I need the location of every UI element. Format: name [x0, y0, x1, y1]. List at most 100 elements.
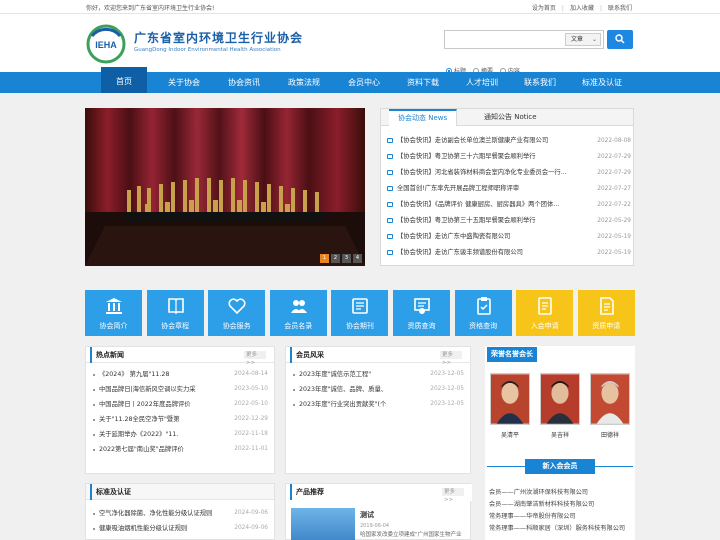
search-input[interactable]: 文章 ⌄: [444, 30, 604, 49]
logo-emblem-icon: IEHA: [86, 24, 126, 64]
product-thumbnail[interactable]: [291, 508, 355, 540]
honorary-person-1[interactable]: 吴清平: [490, 373, 530, 439]
slider-page-3[interactable]: 3: [342, 254, 351, 263]
list-item[interactable]: 中国品牌日丨2022年度品牌评价 2022-05-10: [92, 397, 268, 412]
search-type-select[interactable]: 文章 ⌄: [565, 33, 601, 46]
list-item[interactable]: 关于"11.28全民空净节"暨第 2022-12-29: [92, 412, 268, 427]
honorary-person-name: 吴吉祥: [550, 432, 569, 439]
nav-home[interactable]: 首页: [101, 67, 147, 93]
contact-us-link[interactable]: 联系我们: [605, 5, 635, 12]
list-item[interactable]: 【协会快讯】走访广东中盛陶瓷有限公司 2022-05-19: [385, 229, 631, 245]
tile-label: 会员名录: [284, 322, 313, 330]
item-date: 2022-12-29: [234, 416, 268, 422]
list-item[interactable]: 【协会快讯】走访广东骏丰频谱股份有限公司 2022-05-19: [385, 245, 631, 261]
tile-heart[interactable]: 协会服务: [208, 290, 266, 336]
image-slider[interactable]: 1234: [85, 108, 365, 266]
honorary-person-name: 田德祥: [600, 432, 619, 439]
document-icon: [599, 297, 614, 315]
list-item[interactable]: 空气净化器除菌、净化性能分级认证规则 2024-09-06: [92, 506, 268, 521]
tile-magazine[interactable]: 协会期刊: [331, 290, 389, 336]
bullet-icon: [93, 528, 95, 530]
hot-news-more-link[interactable]: 更多 >>: [244, 351, 266, 366]
nav-downloads[interactable]: 资料下载: [397, 72, 449, 93]
list-item[interactable]: 2022第七届"南山奖"品牌评价 2022-11-01: [92, 442, 268, 457]
standards-title: 标准及认证: [90, 484, 131, 500]
list-item[interactable]: 《2024》 第九届"11.28 2024-08-14: [92, 367, 268, 382]
list-item[interactable]: 【协会快讯】粤卫协第三十六期早餐聚会顺利举行 2022-07-29: [385, 149, 631, 165]
main-nav: 首页 关于协会 协会资讯 政策法规 会员中心 资料下载 人才培训 联系我们 标准…: [0, 67, 720, 93]
nav-training[interactable]: 人才培训: [456, 72, 508, 93]
item-title: 中国品牌日丨2022年度品牌评价: [99, 401, 191, 408]
chevron-down-icon: ⌄: [591, 36, 597, 43]
honorary-person-3[interactable]: 田德祥: [590, 373, 630, 439]
bullet-icon: [93, 419, 95, 421]
news-tab-bar: 协会动态 News 通知公告 Notice: [381, 109, 633, 126]
list-item[interactable]: 【协会快讯】走访副会长单位澳兰斯健康产业有限公司 2022-08-08: [385, 133, 631, 149]
nav-about[interactable]: 关于协会: [158, 72, 210, 93]
logo-english-name: GuangDong Indoor Environmental Health As…: [134, 47, 281, 53]
nav-standards[interactable]: 标准及认证: [574, 72, 630, 93]
hot-news-list: 《2024》 第九届"11.28 2024-08-14 中国品牌日|海信新风空调以实…: [92, 367, 268, 457]
item-title: 关于"11.28全民空净节"暨第: [99, 416, 180, 423]
list-item[interactable]: 2023年度"行业突出贡献奖"(个 2023-12-05: [292, 397, 464, 412]
honorary-president-header: 荣誉名誉会长: [485, 346, 635, 363]
tile-label: 资质申请: [592, 322, 621, 330]
list-item[interactable]: 【协会快讯】粤卫协第三十五期早餐聚会顺利举行 2022-05-29: [385, 213, 631, 229]
bullet-icon: [93, 374, 95, 376]
product-name[interactable]: 测试: [360, 510, 374, 520]
item-date: 2022-07-29: [597, 154, 631, 160]
tab-notices[interactable]: 通知公告 Notice: [475, 109, 546, 126]
nav-contact[interactable]: 联系我们: [514, 72, 566, 93]
tile-bank[interactable]: 协会简介: [85, 290, 142, 336]
honorary-president-panel: 吴清平 吴吉祥 田德祥: [485, 363, 635, 453]
list-item[interactable]: 【协会快讯】《品牌评价 健康厨房、厨房器具》两个团体... 2022-07-22: [385, 197, 631, 213]
item-date: 2022-05-10: [234, 401, 268, 407]
slider-page-4[interactable]: 4: [353, 254, 362, 263]
products-header: 产品推荐 更多 >>: [286, 484, 472, 503]
new-member-item[interactable]: 常务理事——华帝股份有限公司: [489, 511, 635, 523]
tile-label: 协会期刊: [345, 322, 374, 330]
tile-form[interactable]: 入会申请: [516, 290, 574, 336]
list-item[interactable]: 【协会快讯】河北省装饰材料商会室内净化专业委员会一行... 2022-07-29: [385, 165, 631, 181]
tile-users[interactable]: 会员名录: [269, 290, 327, 336]
item-title: 【协会快讯】河北省装饰材料商会室内净化专业委员会一行...: [397, 169, 567, 176]
honorary-person-2[interactable]: 吴吉祥: [540, 373, 580, 439]
tile-document[interactable]: 资质申请: [577, 290, 635, 336]
item-date: 2022-05-29: [597, 218, 631, 224]
nav-member-center[interactable]: 会员中心: [338, 72, 390, 93]
list-item[interactable]: 中国品牌日|海信新风空调以实力采 2023-05-10: [92, 382, 268, 397]
list-item[interactable]: 健康吸油烟机性能分级认证规则 2024-09-06: [92, 521, 268, 536]
honorary-president-title: 荣誉名誉会长: [487, 347, 537, 362]
list-item[interactable]: 关于延期举办《2022》"11. 2022-11-18: [92, 427, 268, 442]
item-date: 2022-07-22: [597, 202, 631, 208]
tile-label: 协会服务: [222, 322, 251, 330]
search-button[interactable]: [607, 30, 633, 49]
hot-news-title: 热点新闻: [90, 347, 124, 363]
product-description: 哈国家发改委立项建成"广州国家生物产业: [360, 532, 462, 538]
tab-association-news[interactable]: 协会动态 News: [389, 109, 458, 126]
list-item[interactable]: 全国首创!广东率先开展品牌工程师职称评审 2022-07-27: [385, 181, 631, 197]
slider-page-2[interactable]: 2: [331, 254, 340, 263]
add-favorite-link[interactable]: 加入收藏: [567, 5, 597, 12]
list-item[interactable]: 2023年度"诚信、品牌、质量、 2023-12-05: [292, 382, 464, 397]
standards-panel: 标准及认证 空气净化器除菌、净化性能分级认证规则 2024-09-06 健康吸油烟机…: [85, 483, 275, 540]
new-member-item[interactable]: 常务理事——科顺家居（深圳）服务科技有限公司: [489, 523, 635, 535]
avatar: [540, 373, 580, 425]
set-homepage-link[interactable]: 设为首页: [529, 5, 559, 12]
nav-news[interactable]: 协会资讯: [218, 72, 270, 93]
item-title: 2023年度"行业突出贡献奖"(个: [299, 401, 387, 408]
tile-certificate[interactable]: 资质查询: [393, 290, 450, 336]
news-icon: [387, 154, 393, 159]
item-title: 空气净化器除菌、净化性能分级认证规则: [99, 510, 213, 517]
slider-page-1[interactable]: 1: [320, 254, 329, 263]
site-logo[interactable]: IEHA 广东省室内环境卫生行业协会 GuangDong Indoor Envi…: [86, 24, 306, 64]
nav-policy[interactable]: 政策法规: [278, 72, 330, 93]
tile-book[interactable]: 协会章程: [146, 290, 204, 336]
new-member-item[interactable]: 会员——湖南肇洁新材料科技有限公司: [489, 499, 635, 511]
bullet-icon: [293, 389, 295, 391]
products-more-link[interactable]: 更多 >>: [442, 488, 464, 503]
new-member-item[interactable]: 会员——广州汝湖环保科技有限公司: [489, 487, 635, 499]
tile-clipboard[interactable]: 资格查询: [454, 290, 512, 336]
list-item[interactable]: 2023年度"诚信示范工程" 2023-12-05: [292, 367, 464, 382]
member-showcase-more-link[interactable]: 更多 >>: [440, 351, 462, 366]
